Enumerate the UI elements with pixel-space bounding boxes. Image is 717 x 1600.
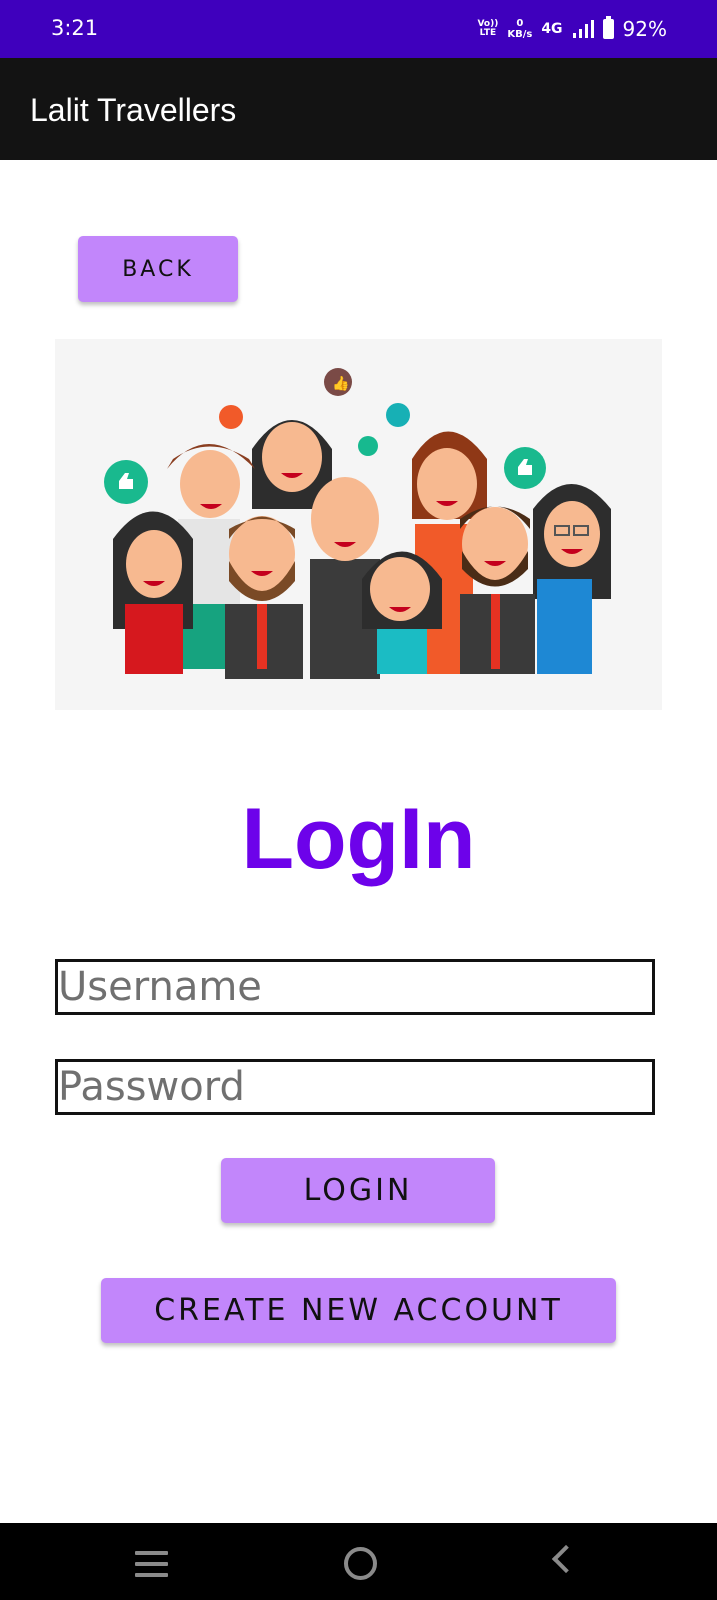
signal-icon (572, 20, 594, 38)
battery-icon (602, 16, 614, 39)
status-bar: 3:21 Vo)) LTE 0 KB/s 4G 92% (0, 0, 717, 58)
username-field-box (55, 959, 655, 1015)
svg-text:👍: 👍 (332, 375, 349, 392)
status-time: 3:21 (51, 16, 99, 40)
create-account-button[interactable]: CREATE NEW ACCOUNT (101, 1278, 616, 1343)
app-title: Lalit Travellers (30, 92, 237, 128)
home-icon[interactable] (344, 1547, 377, 1580)
battery-percent: 92% (622, 17, 667, 41)
system-nav-bar (0, 1523, 717, 1600)
login-button[interactable]: LOGIN (221, 1158, 495, 1223)
back-button[interactable]: BACK (78, 236, 238, 302)
network-type: 4G (541, 21, 563, 37)
password-field-box (55, 1059, 655, 1115)
app-bar: Lalit Travellers (0, 58, 717, 160)
password-input[interactable] (58, 1062, 652, 1112)
hero-illustration: 👍 (55, 339, 662, 710)
back-icon[interactable] (551, 1544, 581, 1574)
menu-icon[interactable] (135, 1551, 168, 1584)
group-of-people-illustration: 👍 (104, 368, 611, 679)
status-icons: Vo)) LTE 0 KB/s 4G 92% (477, 14, 667, 44)
username-input[interactable] (58, 962, 652, 1012)
login-title: LogIn (241, 791, 476, 887)
data-speed: 0 KB/s (507, 18, 533, 40)
volte-icon: Vo)) LTE (477, 19, 499, 38)
